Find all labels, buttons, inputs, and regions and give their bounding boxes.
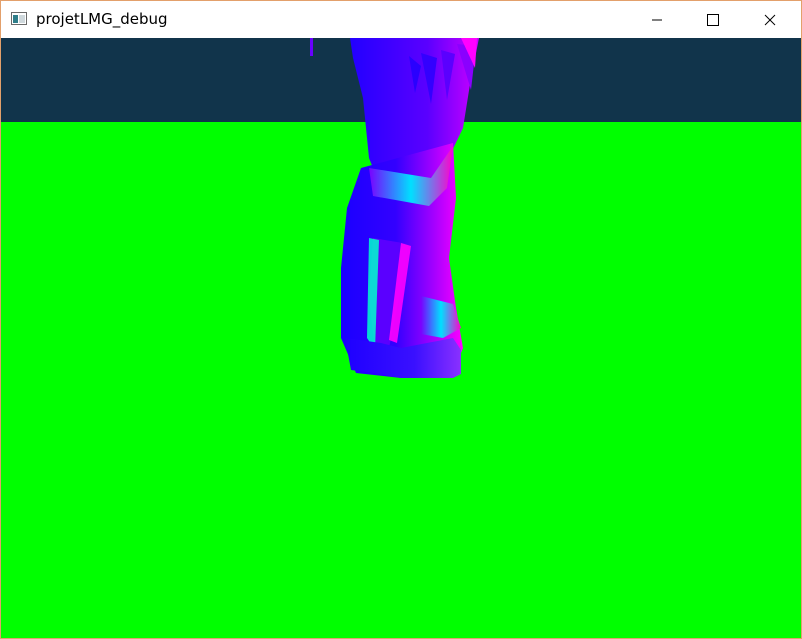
render-viewport[interactable] xyxy=(1,38,801,638)
minimize-button[interactable] xyxy=(634,1,680,38)
maximize-icon xyxy=(707,13,719,26)
close-button[interactable] xyxy=(747,1,793,38)
maximize-button[interactable] xyxy=(690,1,736,38)
app-icon xyxy=(11,12,27,25)
minimize-icon xyxy=(652,19,662,20)
app-window: projetLMG_debug xyxy=(0,0,802,639)
title-bar[interactable]: projetLMG_debug xyxy=(1,1,801,38)
close-icon xyxy=(764,14,776,25)
window-title: projetLMG_debug xyxy=(36,10,168,28)
